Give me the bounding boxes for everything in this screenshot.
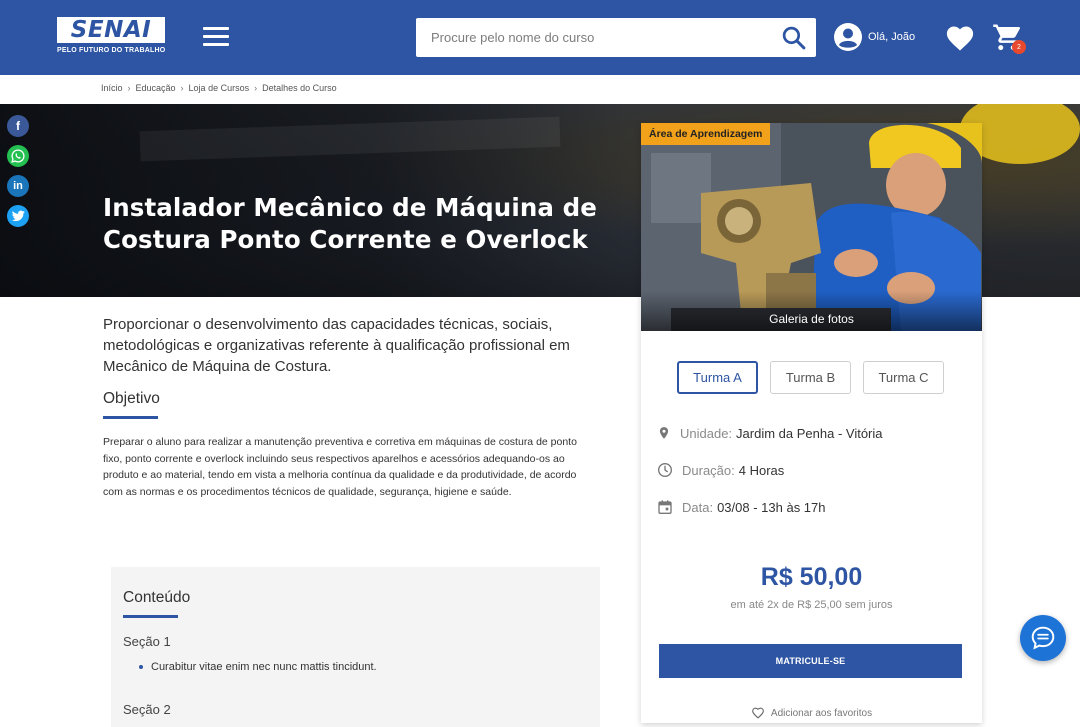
- breadcrumb-store[interactable]: Loja de Cursos: [189, 83, 250, 93]
- contents-panel: Conteúdo Seção 1 Curabitur vitae enim ne…: [111, 567, 600, 727]
- breadcrumb-current: Detalhes do Curso: [262, 83, 337, 93]
- objective-text: Preparar o aluno para realizar a manuten…: [103, 436, 577, 498]
- section-1-heading[interactable]: Seção 1: [123, 634, 171, 649]
- logo-box: SENAI: [57, 17, 165, 43]
- facebook-icon[interactable]: f: [7, 115, 29, 137]
- hamburger-menu-icon[interactable]: [203, 27, 229, 47]
- photo-gallery-caption[interactable]: Galeria de fotos: [641, 291, 982, 331]
- user-account[interactable]: Olá, João: [834, 23, 915, 51]
- contents-underline: [123, 615, 178, 618]
- senai-logo[interactable]: SENAI PELO FUTURO DO TRABALHO: [57, 17, 167, 59]
- objective-underline: [103, 416, 158, 419]
- search-icon[interactable]: [781, 25, 806, 50]
- hero-background-detail: [139, 116, 561, 162]
- location-pin-icon: [659, 427, 669, 439]
- course-photo[interactable]: Área de Aprendizagem Galeria de fotos: [641, 123, 982, 331]
- favorites-heart-icon[interactable]: [945, 24, 975, 52]
- top-header: SENAI PELO FUTURO DO TRABALHO Olá, João …: [0, 0, 1080, 75]
- date-value: 03/08 - 13h às 17h: [717, 499, 826, 515]
- course-intro: Proporcionar o desenvolvimento das capac…: [103, 316, 570, 375]
- class-selector: Turma A Turma B Turma C: [677, 361, 956, 394]
- social-share-bar: f in: [7, 115, 29, 235]
- chevron-right-icon: ›: [180, 83, 184, 93]
- course-purchase-card: Área de Aprendizagem Galeria de fotos Tu…: [641, 123, 982, 723]
- unit-value: Jardim da Penha - Vitória: [736, 425, 883, 441]
- calendar-icon: [658, 500, 672, 514]
- linkedin-icon[interactable]: in: [7, 175, 29, 197]
- date-label: Data:: [682, 499, 714, 515]
- objective-heading: Objetivo: [103, 390, 160, 407]
- logo-text: SENAI: [70, 17, 152, 43]
- add-to-favorites[interactable]: Adicionar aos favoritos: [641, 707, 982, 719]
- user-avatar-icon: [834, 23, 862, 51]
- chevron-right-icon: ›: [254, 83, 258, 93]
- turma-c-button[interactable]: Turma C: [863, 361, 944, 394]
- twitter-icon[interactable]: [7, 205, 29, 227]
- installments-info: em até 2x de R$ 25,00 sem juros: [730, 599, 893, 611]
- search-input[interactable]: [416, 18, 771, 57]
- breadcrumb-education[interactable]: Educação: [136, 83, 176, 93]
- cart-count-badge: 2: [1012, 40, 1026, 54]
- course-title: Instalador Mecânico de Máquina de Costur…: [103, 193, 598, 254]
- whatsapp-icon[interactable]: [7, 145, 29, 167]
- duration-value: 4 Horas: [738, 462, 785, 478]
- search-bar: [416, 18, 816, 57]
- duration-info: Duração: 4 Horas: [657, 462, 784, 478]
- date-info: Data: 03/08 - 13h às 17h: [657, 499, 826, 515]
- breadcrumb-home[interactable]: Início: [101, 83, 123, 93]
- section-2-heading[interactable]: Seção 2: [123, 702, 171, 717]
- clock-icon: [658, 463, 672, 477]
- turma-b-button[interactable]: Turma B: [770, 361, 851, 394]
- section-1-item: Curabitur vitae enim nec nunc mattis tin…: [139, 661, 377, 673]
- user-greeting: Olá, João: [868, 31, 916, 43]
- chat-button[interactable]: [1020, 615, 1066, 661]
- cart-button[interactable]: 2: [992, 22, 1026, 54]
- turma-a-button[interactable]: Turma A: [677, 361, 758, 394]
- contents-heading: Conteúdo: [123, 589, 191, 606]
- chevron-right-icon: ›: [127, 83, 131, 93]
- chat-bubble-icon: [1031, 626, 1055, 650]
- unit-label: Unidade:: [680, 425, 733, 441]
- duration-label: Duração:: [682, 462, 735, 478]
- breadcrumb: Início › Educação › Loja de Cursos › Det…: [101, 83, 337, 93]
- unit-info: Unidade: Jardim da Penha - Vitória: [657, 425, 883, 441]
- learning-area-tag: Área de Aprendizagem: [641, 123, 771, 145]
- heart-outline-icon: [752, 707, 764, 719]
- course-price: R$ 50,00: [760, 563, 863, 591]
- enroll-button[interactable]: MATRICULE-SE: [659, 644, 962, 678]
- logo-tagline: PELO FUTURO DO TRABALHO: [57, 47, 166, 54]
